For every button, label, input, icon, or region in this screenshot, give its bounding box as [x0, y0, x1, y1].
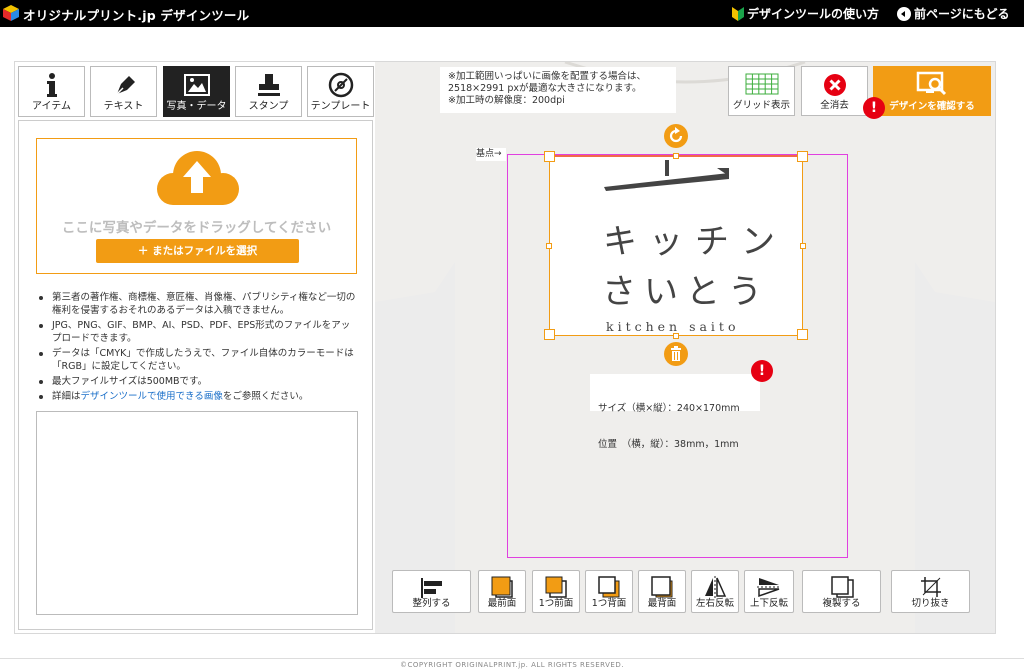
tab-photo-data[interactable]: 写真・データ	[163, 66, 230, 117]
tab-template[interactable]: テンプレート	[307, 66, 374, 117]
note-text: 詳細は	[52, 391, 81, 402]
tab-item[interactable]: アイテム	[18, 66, 85, 117]
button-label: 整列する	[412, 598, 451, 609]
canvas-info: ※加工範囲いっぱいに画像を配置する場合は、 2518×2991 pxが最適な大き…	[440, 67, 676, 113]
resize-handle-top-right[interactable]	[797, 151, 808, 162]
tab-stamp[interactable]: スタンプ	[235, 66, 302, 117]
duplicate-button[interactable]: 複製する	[802, 570, 881, 613]
monitor-search-icon	[916, 71, 947, 96]
info-line: ※加工範囲いっぱいに画像を配置する場合は、	[448, 71, 646, 82]
tab-label: スタンプ	[248, 101, 289, 112]
drop-text: ここに写真やデータをドラッグしてください	[61, 220, 332, 236]
back-link-label: 前ページにもどる	[914, 7, 1010, 21]
app-title: オリジナルプリント.jp デザインツール	[23, 8, 250, 23]
note-item: データは「CMYK」で作成したうえで、ファイル自体のカラーモードは「RGB」に設…	[37, 347, 357, 373]
position-text: 位置 （横，縦）：38mm，1mm	[598, 439, 739, 450]
button-label: 最背面	[647, 598, 677, 609]
size-position-info: サイズ（横×縦）：240×170mm 位置 （横，縦）：38mm，1mm	[590, 374, 760, 450]
tab-label: 写真・データ	[166, 101, 227, 112]
size-text: サイズ（横×縦）：240×170mm	[598, 403, 740, 414]
back-link[interactable]: 前ページにもどる	[897, 5, 1010, 22]
button-label: 切り抜き	[911, 598, 950, 609]
resize-handle-left[interactable]	[546, 243, 552, 249]
grid-button[interactable]: グリッド表示	[728, 66, 795, 116]
cloud-upload-icon	[157, 151, 239, 205]
bring-to-front-button[interactable]: 最前面	[478, 570, 526, 613]
button-label: 1つ背面	[591, 598, 627, 609]
stamp-icon	[257, 74, 280, 96]
rotate-button[interactable]	[664, 124, 688, 148]
usable-images-link[interactable]: デザインツールで使用できる画像	[81, 391, 223, 402]
tab-label: テンプレート	[310, 101, 371, 112]
resize-handle-bottom-left[interactable]	[544, 329, 555, 340]
beginner-mark-icon	[732, 6, 744, 21]
align-button[interactable]: 整列する	[392, 570, 471, 613]
trash-icon	[671, 346, 681, 361]
image-icon	[183, 74, 210, 96]
bring-forward-button[interactable]: 1つ前面	[532, 570, 580, 613]
clear-all-label: 全消去	[820, 100, 849, 111]
resize-handle-bottom[interactable]	[673, 333, 679, 339]
tab-label: アイテム	[32, 101, 71, 112]
upload-drop-zone[interactable]: ここに写真やデータをドラッグしてください ＋ またはファイルを選択	[36, 138, 357, 274]
button-label: 最前面	[487, 598, 517, 609]
note-item: 詳細はデザインツールで使用できる画像をご参照ください。	[37, 390, 357, 403]
tab-text[interactable]: テキスト	[90, 66, 157, 117]
logo-icon	[3, 5, 19, 21]
select-file-button[interactable]: ＋ またはファイルを選択	[96, 239, 299, 263]
pen-icon	[113, 76, 135, 97]
note-item: 最大ファイルサイズは500MBです。	[37, 375, 357, 388]
button-label: 左右反転	[695, 598, 734, 609]
footer-copyright: ©COPYRIGHT ORIGINALPRINT.jp. ALL RIGHTS …	[0, 658, 1024, 670]
resize-handle-top-left[interactable]	[544, 151, 555, 162]
info-icon	[46, 73, 57, 97]
origin-label: 基点→	[476, 148, 506, 161]
info-line: 2518×2991 pxが最適な大きさになります。	[448, 83, 642, 94]
warning-icon: !	[863, 97, 885, 119]
note-text: をご参照ください。	[222, 391, 309, 402]
warning-icon: !	[751, 360, 773, 382]
send-to-back-button[interactable]: 最背面	[638, 570, 686, 613]
back-icon	[897, 6, 911, 21]
upload-notes: 第三者の著作権、商標権、意匠権、肖像権、パブリシティ権など一切の権利を侵害するお…	[37, 291, 357, 405]
note-item: JPG、PNG、GIF、BMP、AI、PSD、PDF、EPS形式のファイルをアッ…	[37, 319, 357, 345]
crop-button[interactable]: 切り抜き	[891, 570, 970, 613]
confirm-label: デザインを確認する	[889, 101, 975, 112]
selection-box[interactable]	[549, 156, 803, 336]
resize-handle-top[interactable]	[673, 153, 679, 159]
button-label: 1つ前面	[538, 598, 574, 609]
top-bar: オリジナルプリント.jp デザインツール デザインツールの使い方 前ページにもど…	[0, 0, 1024, 27]
send-backward-button[interactable]: 1つ背面	[585, 570, 633, 613]
resize-handle-right[interactable]	[800, 243, 806, 249]
flip-horizontal-button[interactable]: 左右反転	[691, 570, 739, 613]
close-icon	[823, 74, 846, 96]
button-label: 複製する	[822, 598, 861, 609]
button-label: 上下反転	[749, 598, 788, 609]
note-item: 第三者の著作権、商標権、意匠権、肖像権、パブリシティ権など一切の権利を侵害するお…	[37, 291, 357, 317]
grid-label: グリッド表示	[732, 100, 790, 111]
info-line: ※加工時の解像度：200dpi	[448, 95, 565, 106]
tab-label: テキスト	[103, 101, 144, 112]
clear-all-button[interactable]: 全消去	[801, 66, 868, 116]
flip-vertical-button[interactable]: 上下反転	[744, 570, 794, 613]
grid-icon	[745, 73, 778, 95]
template-icon	[328, 72, 353, 98]
help-link-label: デザインツールの使い方	[747, 7, 880, 21]
rotate-icon	[669, 127, 683, 143]
delete-button[interactable]	[664, 342, 688, 366]
help-link[interactable]: デザインツールの使い方	[732, 5, 879, 22]
confirm-design-button[interactable]: デザインを確認する	[873, 66, 991, 116]
resize-handle-bottom-right[interactable]	[797, 329, 808, 340]
uploaded-files-list[interactable]	[36, 411, 358, 615]
